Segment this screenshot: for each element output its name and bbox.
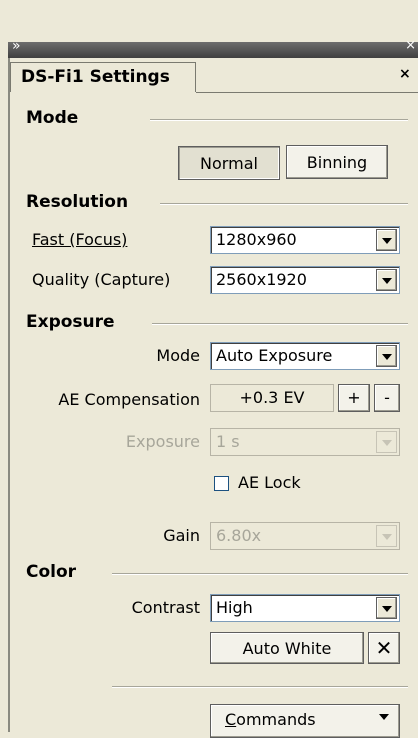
contrast-value: High <box>216 598 253 617</box>
panel-close-icon[interactable]: × <box>399 66 411 82</box>
section-exposure-heading: Exposure <box>26 312 115 332</box>
ae-compensation-value: +0.3 EV <box>210 384 334 412</box>
panel-title-strip[interactable]: » × <box>8 38 418 58</box>
close-icon: ✕ <box>375 636 393 660</box>
chevron-down-icon <box>376 525 397 547</box>
exposure-time-label: Exposure <box>125 432 200 451</box>
top-blank-area <box>0 0 418 42</box>
commands-label: ommands <box>236 710 316 729</box>
section-resolution-heading: Resolution <box>26 192 129 212</box>
fast-focus-label: Fast (Focus) <box>32 230 128 249</box>
ae-increase-button[interactable]: + <box>338 384 370 412</box>
quality-resolution-dropdown[interactable]: 2560x1920 <box>210 266 400 294</box>
exposure-mode-value: Auto Exposure <box>216 346 333 365</box>
exposure-time-dropdown: 1 s <box>210 428 400 456</box>
fast-resolution-dropdown[interactable]: 1280x960 <box>210 226 400 254</box>
resolution-separator <box>160 203 408 205</box>
auto-white-clear-button[interactable]: ✕ <box>368 632 400 664</box>
chevron-down-icon[interactable] <box>376 269 397 291</box>
ae-lock-label[interactable]: AE Lock <box>238 473 301 492</box>
quality-capture-label: Quality (Capture) <box>32 270 171 289</box>
gain-label: Gain <box>163 526 200 545</box>
caret-down-icon <box>379 714 389 720</box>
ae-decrease-button[interactable]: - <box>374 384 400 412</box>
auto-white-button[interactable]: Auto White <box>210 632 364 664</box>
section-color-heading: Color <box>26 562 77 582</box>
section-mode-heading: Mode <box>26 108 79 128</box>
exposure-mode-label: Mode <box>156 346 200 365</box>
color-separator <box>112 573 408 575</box>
exposure-separator <box>152 323 408 325</box>
gain-dropdown: 6.80x <box>210 522 400 550</box>
panel-left-border <box>8 58 10 732</box>
normal-mode-button[interactable]: Normal <box>178 146 280 180</box>
exposure-time-value: 1 s <box>216 432 240 451</box>
ae-lock-checkbox[interactable] <box>214 476 229 491</box>
quality-resolution-value: 2560x1920 <box>216 270 307 289</box>
binning-mode-button[interactable]: Binning <box>286 145 388 179</box>
commands-menu-button[interactable]: Commands <box>210 704 400 738</box>
chevron-down-icon <box>376 431 397 453</box>
expand-icon[interactable]: » <box>12 38 21 54</box>
commands-separator <box>112 686 408 688</box>
mode-separator <box>150 119 408 121</box>
commands-mnemonic: C <box>225 710 237 729</box>
chevron-down-icon[interactable] <box>376 597 397 619</box>
fast-resolution-value: 1280x960 <box>216 230 297 249</box>
strip-close-icon[interactable]: × <box>405 38 416 53</box>
contrast-dropdown[interactable]: High <box>210 594 400 622</box>
chevron-down-icon[interactable] <box>376 229 397 251</box>
gain-value: 6.80x <box>216 526 262 545</box>
exposure-mode-dropdown[interactable]: Auto Exposure <box>210 342 400 370</box>
ae-compensation-label: AE Compensation <box>58 390 200 409</box>
tab-underline <box>196 92 418 93</box>
chevron-down-icon[interactable] <box>376 345 397 367</box>
tab-ds-fi1-settings[interactable]: DS-Fi1 Settings <box>10 62 196 92</box>
contrast-label: Contrast <box>131 598 200 617</box>
